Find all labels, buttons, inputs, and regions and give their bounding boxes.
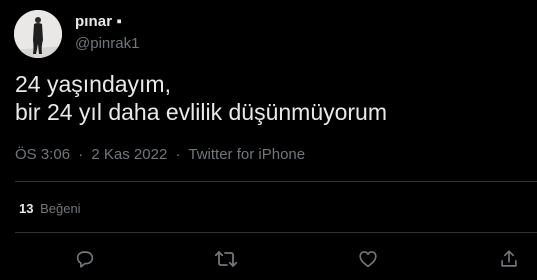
likes-stat[interactable]: 13 Beğeni: [19, 201, 81, 216]
avatar[interactable]: [14, 10, 62, 58]
share-icon: [501, 250, 517, 267]
tweet-text: 24 yaşındayım, bir 24 yıl daha evlilik d…: [15, 70, 520, 126]
likes-count: 13: [19, 201, 34, 216]
like-button[interactable]: [355, 246, 381, 272]
reply-icon: [76, 251, 94, 268]
display-name[interactable]: pınar ▪: [75, 13, 122, 30]
tweet-date[interactable]: 2 Kas 2022: [91, 146, 167, 163]
tweet-time[interactable]: ÖS 3:06: [15, 146, 70, 163]
reply-button[interactable]: [72, 246, 98, 272]
tweet-text-line: 24 yaşındayım,: [15, 71, 171, 97]
meta-separator: ·: [78, 146, 84, 163]
divider: [15, 181, 537, 182]
tweet-source[interactable]: Twitter for iPhone: [188, 146, 305, 163]
tweet-meta: ÖS 3:06 · 2 Kas 2022 · Twitter for iPhon…: [15, 146, 305, 163]
tweet-text-line: bir 24 yıl daha evlilik düşünmüyorum: [15, 99, 388, 125]
retweet-button[interactable]: [213, 246, 239, 272]
user-handle[interactable]: @pinrak1: [75, 35, 139, 52]
divider: [15, 232, 537, 233]
tweet-detail: pınar ▪ @pinrak1 24 yaşındayım, bir 24 y…: [0, 0, 537, 280]
share-button[interactable]: [496, 246, 522, 272]
action-bar: [0, 246, 537, 272]
likes-label: Beğeni: [40, 201, 81, 216]
meta-separator: ·: [175, 146, 181, 163]
retweet-icon: [214, 251, 238, 267]
heart-icon: [359, 251, 377, 268]
avatar-photo: [14, 10, 62, 58]
